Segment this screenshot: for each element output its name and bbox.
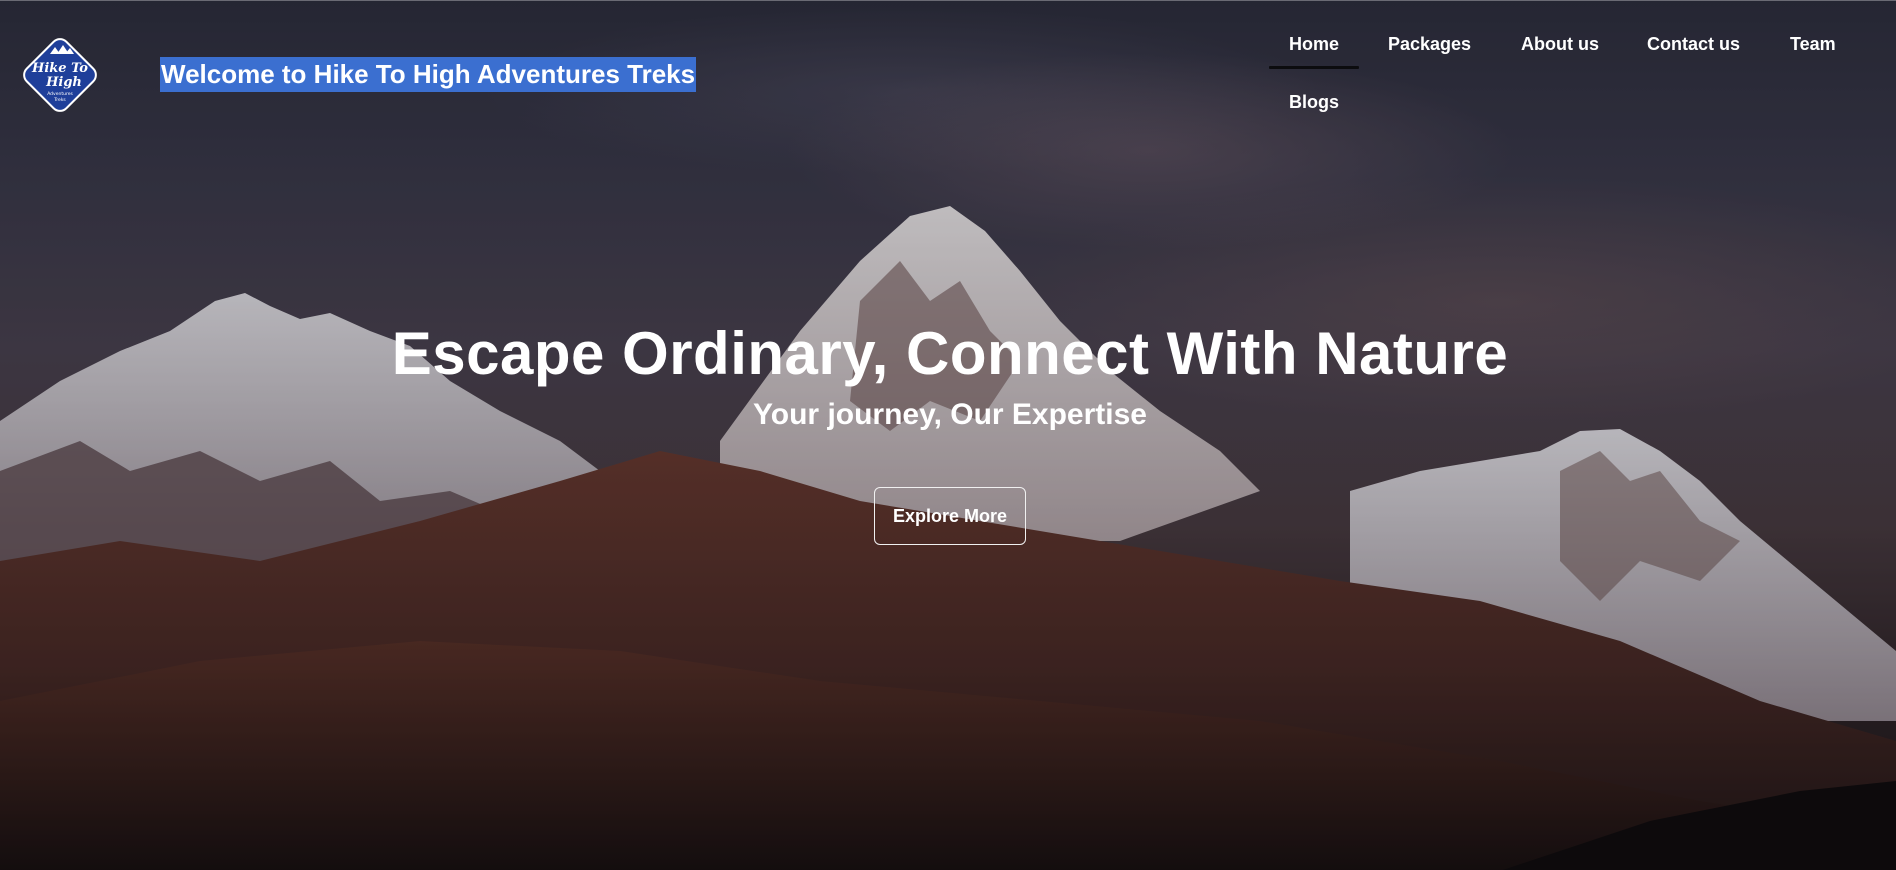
- nav-blogs[interactable]: Blogs: [1289, 92, 1339, 113]
- dark-overlay: [0, 1, 1896, 870]
- nav-team[interactable]: Team: [1790, 34, 1836, 55]
- hero-subheadline: Your journey, Our Expertise: [753, 398, 1147, 431]
- explore-more-button[interactable]: Explore More: [874, 487, 1026, 545]
- svg-text:Adventures: Adventures: [47, 91, 73, 97]
- nav-contact-us[interactable]: Contact us: [1647, 34, 1740, 55]
- hero-headline: Escape Ordinary, Connect With Nature: [391, 320, 1509, 387]
- hero-section: Hike To High Adventures Treks Welcome to…: [0, 0, 1896, 870]
- nav-about-us[interactable]: About us: [1521, 34, 1599, 55]
- nav-home[interactable]: Home: [1268, 34, 1360, 69]
- svg-text:Hike To: Hike To: [31, 61, 88, 76]
- brand-logo[interactable]: Hike To High Adventures Treks: [19, 34, 101, 116]
- site-title: Welcome to Hike To High Adventures Treks: [160, 57, 697, 92]
- nav-packages[interactable]: Packages: [1388, 34, 1471, 55]
- svg-text:Treks: Treks: [53, 97, 66, 103]
- svg-text:High: High: [45, 75, 82, 90]
